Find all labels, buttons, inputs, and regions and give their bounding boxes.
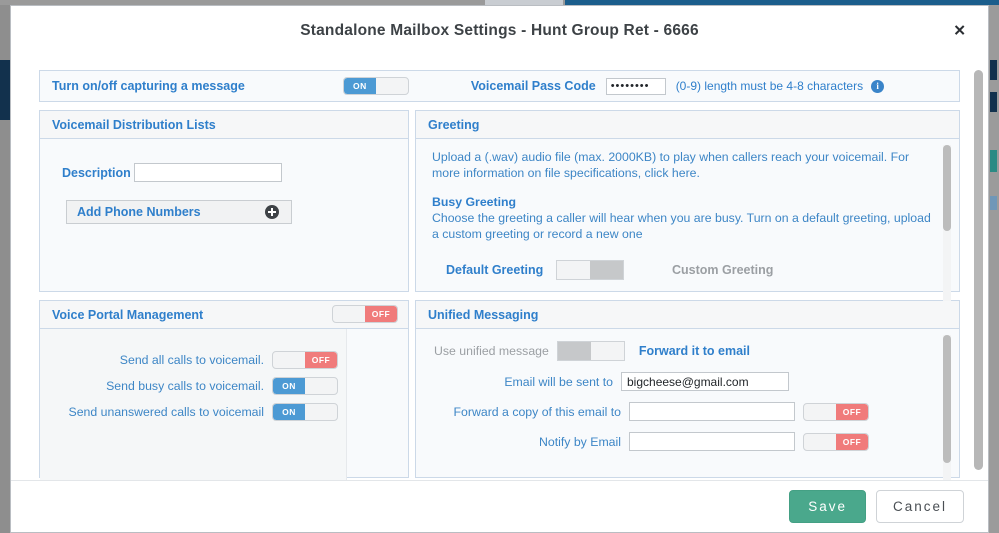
send-all-calls-toggle[interactable]: OFF <box>272 351 338 369</box>
panel-body: Use unified message Forward it to email … <box>416 329 959 480</box>
add-phone-numbers-button[interactable]: Add Phone Numbers <box>66 200 292 224</box>
voicemail-passcode-label: Voicemail Pass Code <box>471 79 596 93</box>
greeting-scrollbar-thumb[interactable] <box>943 145 951 231</box>
busy-greeting-text: Choose the greeting a caller will hear w… <box>432 210 933 242</box>
background-chip <box>990 196 997 210</box>
toggle-knob: OFF <box>836 404 868 420</box>
panel-title: Unified Messaging <box>428 308 538 322</box>
cancel-button[interactable]: Cancel <box>876 490 964 523</box>
default-greeting-label: Default Greeting <box>446 263 556 277</box>
custom-greeting-label: Custom Greeting <box>672 263 773 277</box>
voicemail-passcode-input[interactable]: •••••••• <box>606 78 666 95</box>
toggle-knob: ON <box>273 404 305 420</box>
dialog-footer: Save Cancel <box>11 480 988 532</box>
notify-by-email-label: Notify by Email <box>539 435 621 449</box>
capture-message-toggle[interactable]: ON <box>343 77 409 95</box>
panel-header: Voice Portal Management OFF <box>40 301 408 329</box>
use-unified-message-toggle[interactable] <box>557 341 625 361</box>
panel-body: Upload a (.wav) audio file (max. 2000KB)… <box>416 139 959 319</box>
toggle-knob: OFF <box>365 306 397 322</box>
notify-by-email-row: Notify by Email OFF <box>416 432 933 451</box>
greeting-toggle-row: Default Greeting Custom Greeting <box>432 260 933 280</box>
notify-by-email-toggle[interactable]: OFF <box>803 433 869 451</box>
toggle-knob <box>590 261 623 279</box>
send-busy-calls-row: Send busy calls to voicemail. ON <box>40 377 408 395</box>
panel-title: Greeting <box>428 118 479 132</box>
panel-title: Voice Portal Management <box>52 308 203 322</box>
greeting-intro-text: Upload a (.wav) audio file (max. 2000KB)… <box>432 149 933 181</box>
passcode-hint-text: (0-9) length must be 4-8 characters <box>676 79 863 93</box>
email-sent-to-row: Email will be sent to <box>416 372 933 391</box>
close-icon[interactable]: ✕ <box>949 20 970 43</box>
send-busy-calls-toggle[interactable]: ON <box>272 377 338 395</box>
use-unified-message-label: Use unified message <box>434 344 549 358</box>
voice-portal-management-toggle[interactable]: OFF <box>332 305 398 323</box>
toggle-knob: ON <box>273 378 305 394</box>
description-label: Description <box>62 166 134 180</box>
forward-copy-toggle[interactable]: OFF <box>803 403 869 421</box>
toggle-knob: OFF <box>305 352 337 368</box>
panel-header: Unified Messaging <box>416 301 959 329</box>
toggle-knob: OFF <box>836 434 868 450</box>
toggle-knob: ON <box>344 78 376 94</box>
voice-portal-management-panel: Voice Portal Management OFF Send all cal… <box>39 300 409 478</box>
description-input[interactable] <box>134 163 282 182</box>
forward-copy-row: Forward a copy of this email to OFF <box>416 402 933 421</box>
panel-header: Voicemail Distribution Lists <box>40 111 408 139</box>
settings-grid: Voicemail Distribution Lists Description… <box>39 110 960 478</box>
email-sent-to-label: Email will be sent to <box>504 375 613 389</box>
default-custom-greeting-toggle[interactable] <box>556 260 624 280</box>
send-all-calls-row: Send all calls to voicemail. OFF <box>40 351 408 369</box>
toggle-knob <box>558 342 591 360</box>
unified-messaging-panel: Unified Messaging Use unified message Fo… <box>415 300 960 478</box>
forward-copy-input[interactable] <box>629 402 795 421</box>
greeting-panel: Greeting Upload a (.wav) audio file (max… <box>415 110 960 292</box>
background-chip <box>990 60 997 80</box>
dialog-body: Turn on/off capturing a message ON Voice… <box>11 56 988 480</box>
email-sent-to-input[interactable] <box>621 372 789 391</box>
panel-body: Send all calls to voicemail. OFF Send bu… <box>40 329 408 480</box>
background-chip <box>990 150 997 172</box>
capture-message-label: Turn on/off capturing a message <box>52 79 245 93</box>
save-button[interactable]: Save <box>789 490 866 523</box>
send-busy-calls-label: Send busy calls to voicemail. <box>106 379 264 393</box>
unified-messaging-scrollbar-thumb[interactable] <box>943 335 951 463</box>
send-unanswered-calls-label: Send unanswered calls to voicemail <box>69 405 265 419</box>
forward-copy-label: Forward a copy of this email to <box>454 405 621 419</box>
send-unanswered-calls-row: Send unanswered calls to voicemail ON <box>40 403 408 421</box>
send-unanswered-calls-toggle[interactable]: ON <box>272 403 338 421</box>
dialog-scrollbar-thumb[interactable] <box>974 70 983 470</box>
background-right-column <box>989 5 999 533</box>
dialog-title: Standalone Mailbox Settings - Hunt Group… <box>300 22 699 40</box>
voicemail-distribution-lists-panel: Voicemail Distribution Lists Description… <box>39 110 409 292</box>
info-icon[interactable]: i <box>871 80 884 93</box>
capture-message-strip: Turn on/off capturing a message ON Voice… <box>39 70 960 102</box>
standalone-mailbox-settings-dialog: Standalone Mailbox Settings - Hunt Group… <box>10 5 989 533</box>
background-chip <box>990 92 997 112</box>
panel-title: Voicemail Distribution Lists <box>52 118 216 132</box>
panel-body: Description Add Phone Numbers <box>40 139 408 319</box>
dialog-header: Standalone Mailbox Settings - Hunt Group… <box>11 6 988 56</box>
send-all-calls-label: Send all calls to voicemail. <box>120 353 264 367</box>
add-phone-numbers-label: Add Phone Numbers <box>77 205 201 219</box>
busy-greeting-title: Busy Greeting <box>432 195 933 209</box>
plus-icon <box>265 205 279 219</box>
forward-it-to-email-label: Forward it to email <box>639 344 750 358</box>
notify-by-email-input[interactable] <box>629 432 795 451</box>
use-unified-message-row: Use unified message Forward it to email <box>416 341 933 361</box>
description-row: Description <box>40 163 408 182</box>
panel-header: Greeting <box>416 111 959 139</box>
